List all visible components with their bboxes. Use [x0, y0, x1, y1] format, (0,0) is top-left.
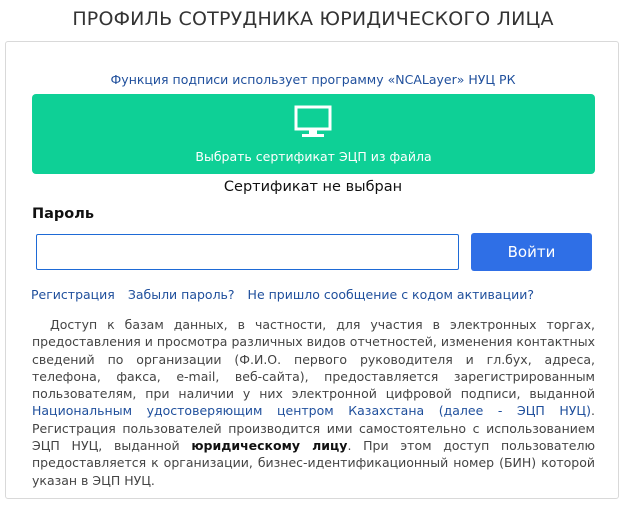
- register-link[interactable]: Регистрация: [31, 287, 115, 302]
- access-info-text: Доступ к базам данных, в частности, для …: [32, 316, 595, 489]
- forgot-password-link[interactable]: Забыли пароль?: [128, 287, 235, 302]
- login-button[interactable]: Войти: [471, 233, 592, 271]
- info-part-1: Доступ к базам данных, в частности, для …: [32, 317, 595, 402]
- select-certificate-button[interactable]: Выбрать сертификат ЭЦП из файла: [32, 94, 595, 174]
- no-activation-code-link[interactable]: Не пришло сообщение с кодом активации?: [248, 287, 534, 302]
- page-title: ПРОФИЛЬ СОТРУДНИКА ЮРИДИЧЕСКОГО ЛИЦА: [72, 8, 554, 30]
- info-bold-legal-entity: юридическому лицу: [191, 438, 348, 454]
- password-label: Пароль: [32, 206, 95, 222]
- nuc-link[interactable]: Национальным удостоверяющим центром Каза…: [32, 403, 591, 418]
- select-certificate-label: Выбрать сертификат ЭЦП из файла: [195, 149, 432, 164]
- ncalayer-note: Функция подписи использует программу «NC…: [110, 72, 516, 87]
- certificate-status: Сертификат не выбран: [223, 179, 403, 195]
- monitor-icon: [294, 105, 332, 137]
- login-card: Функция подписи использует программу «NC…: [5, 41, 619, 499]
- auth-links: Регистрация Забыли пароль? Не пришло соо…: [31, 287, 543, 302]
- password-input[interactable]: [36, 234, 459, 270]
